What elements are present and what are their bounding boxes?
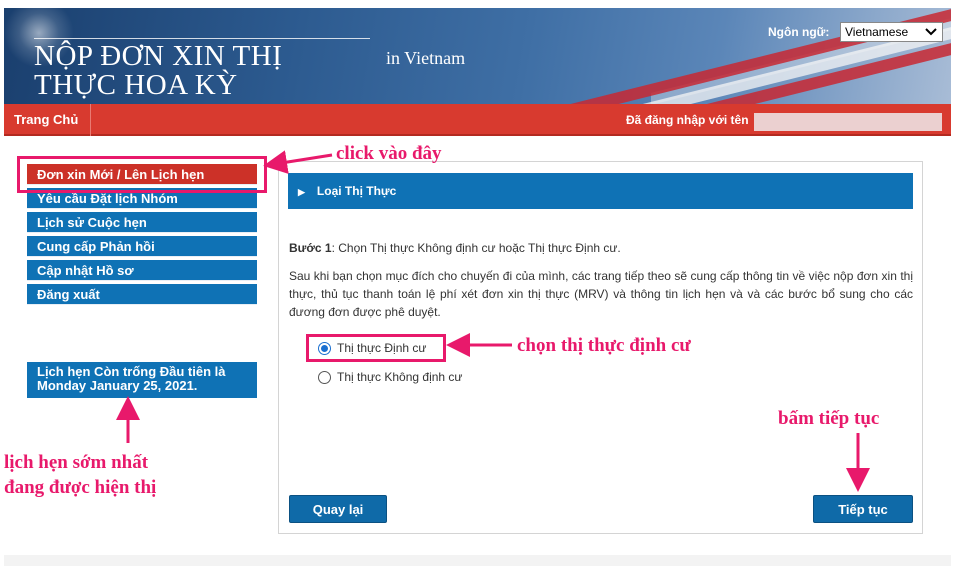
site-title: NỘP ĐƠN XIN THỊ THỰC HOA KỲ [34, 40, 283, 101]
nav-home-link[interactable]: Trang Chủ [4, 104, 92, 136]
option-label: Thị thực Không định cư [337, 370, 463, 384]
earliest-appointment-date: Monday January 25, 2021. [37, 378, 198, 393]
language-label: Ngôn ngữ: [768, 25, 830, 39]
step-description: Sau khi bạn chọn mục đích cho chuyến đi … [289, 269, 913, 319]
annotation-highlight-menu [17, 156, 267, 193]
earliest-appointment-label: Lịch hẹn Còn trống Đầu tiên là [37, 364, 226, 379]
annotation-click-here: click vào đây [336, 143, 442, 164]
back-button[interactable]: Quay lại [289, 495, 387, 523]
title-rule [34, 38, 370, 39]
continue-button[interactable]: Tiếp tục [813, 495, 913, 523]
section-title: Loại Thị Thực [316, 184, 397, 198]
radio-button[interactable] [318, 370, 331, 384]
language-select[interactable]: Vietnamese [840, 22, 943, 42]
triangle-right-icon: ▶ [298, 187, 305, 197]
step-text: : Chọn Thị thực Không định cư hoặc Thị t… [331, 241, 621, 255]
step-label: Bước 1 [289, 241, 332, 255]
language-selected-value: Vietnamese [845, 25, 909, 39]
section-header-visa-type[interactable]: ▶ Loại Thị Thực [288, 173, 913, 209]
option-nonimmigrant-visa[interactable]: Thị thực Không định cư [318, 370, 462, 384]
header-banner: NỘP ĐƠN XIN THỊ THỰC HOA KỲ in Vietnam N… [4, 8, 951, 104]
annotation-earliest-line2: đang được hiện thị [4, 477, 157, 498]
annotation-highlight-radio [306, 334, 446, 362]
earliest-appointment-box: Lịch hẹn Còn trống Đầu tiên là Monday Ja… [27, 362, 257, 398]
annotation-earliest-line1: lịch hẹn sớm nhất [4, 452, 149, 473]
annotation-choose-immigrant: chọn thị thực định cư [517, 335, 691, 356]
country-label: in Vietnam [386, 48, 466, 68]
sidebar-item-appointment-history[interactable]: Lịch sử Cuộc hẹn [27, 212, 257, 233]
top-navbar: Trang Chủ Đã đăng nhập với tên [4, 104, 951, 136]
chevron-down-icon [925, 28, 937, 36]
sidebar-item-logout[interactable]: Đăng xuất [27, 284, 257, 305]
sidebar-item-feedback[interactable]: Cung cấp Phản hồi [27, 236, 257, 257]
annotation-press-continue: bấm tiếp tục [778, 408, 880, 429]
footer-shade [4, 555, 951, 566]
username-redacted [754, 113, 942, 131]
logged-in-label: Đã đăng nhập với tên [626, 113, 749, 127]
sidebar-item-update-profile[interactable]: Cập nhật Hồ sơ [27, 260, 257, 281]
step-instruction: Bước 1: Chọn Thị thực Không định cư hoặc… [289, 241, 621, 255]
